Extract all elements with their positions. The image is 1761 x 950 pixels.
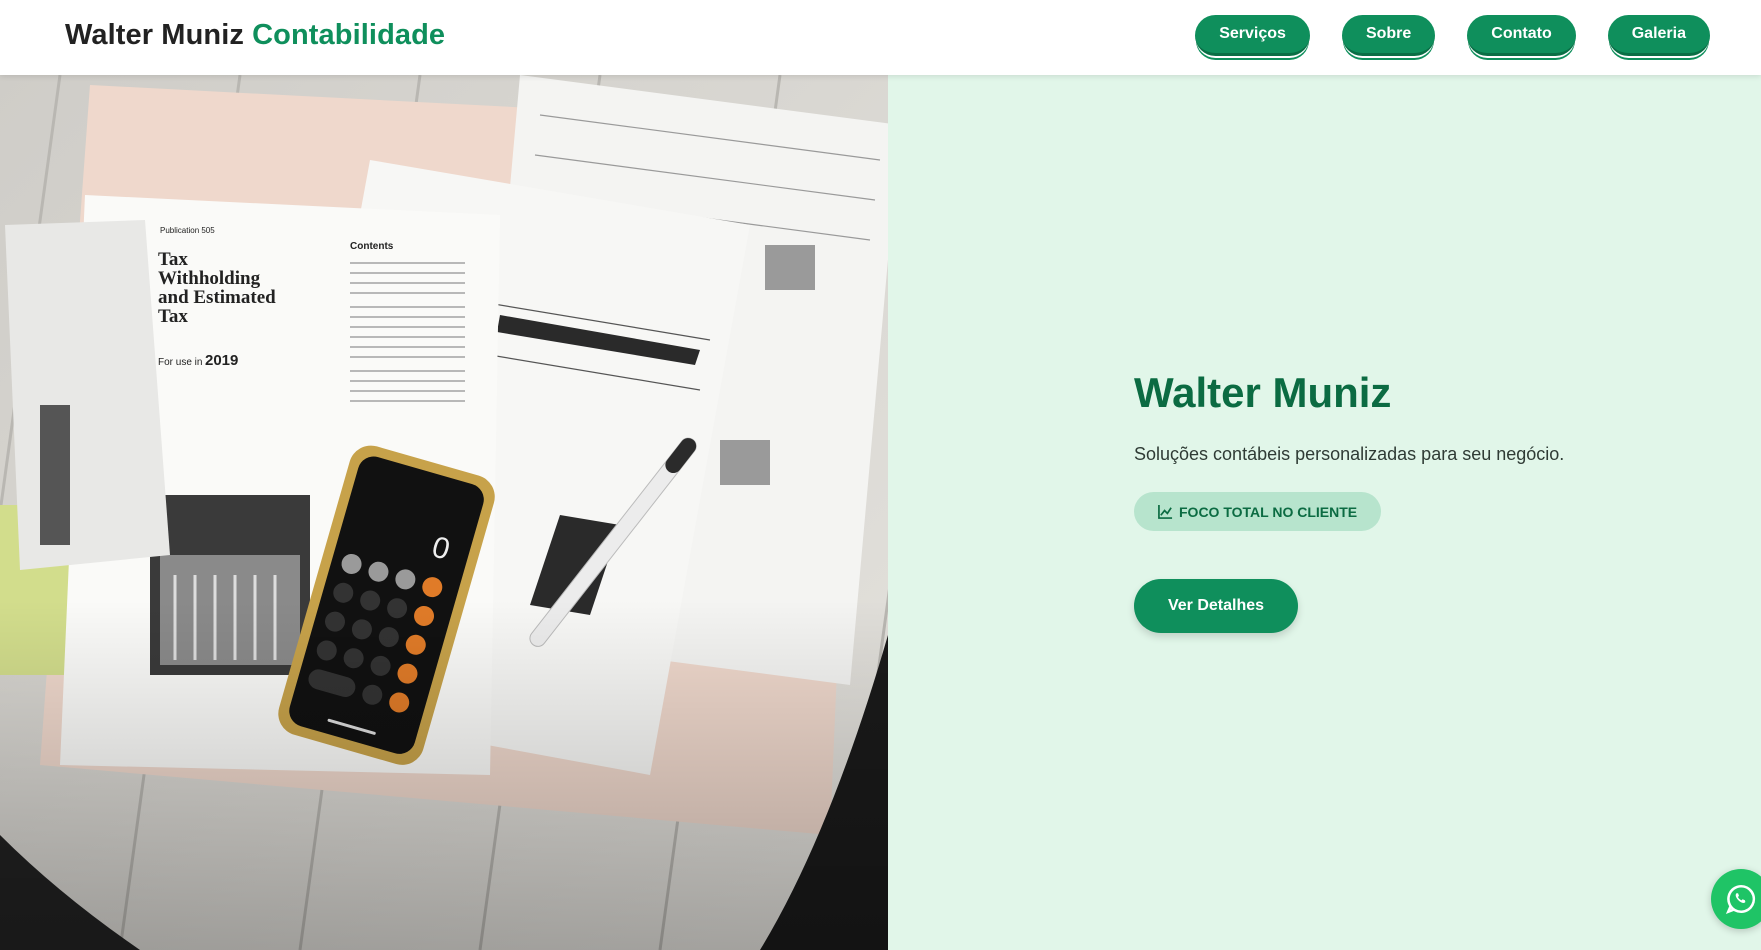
hero-title: Walter Muniz [1134, 369, 1392, 416]
whatsapp-icon [1725, 884, 1756, 915]
nav-galeria-button[interactable]: Galeria [1607, 15, 1710, 56]
calculator-tax-documents-photo: Publication 505 Tax Withholding and Esti… [0, 75, 888, 950]
nav-servicos-button[interactable]: Serviços [1195, 15, 1310, 56]
focus-badge: FOCO TOTAL NO CLIENTE [1134, 492, 1382, 531]
chart-line-icon [1158, 504, 1173, 519]
nav-contato-button[interactable]: Contato [1467, 15, 1576, 56]
nav-sobre-button[interactable]: Sobre [1341, 15, 1436, 56]
main-nav: Serviços Sobre Contato Galeria [1195, 15, 1710, 56]
hero-content: Walter Muniz Soluções contábeis personal… [888, 75, 1761, 950]
site-header: Walter Muniz Contabilidade Serviços Sobr… [0, 0, 1761, 75]
brand-name: Walter Muniz [65, 19, 244, 51]
hero-subtitle: Soluções contábeis personalizadas para s… [1134, 444, 1565, 464]
badge-label: FOCO TOTAL NO CLIENTE [1179, 503, 1358, 520]
brand-accent: Contabilidade [252, 19, 446, 51]
hero-image: Publication 505 Tax Withholding and Esti… [0, 75, 888, 950]
details-button[interactable]: Ver Detalhes [1134, 579, 1298, 633]
brand-logo[interactable]: Walter Muniz Contabilidade [65, 19, 445, 52]
